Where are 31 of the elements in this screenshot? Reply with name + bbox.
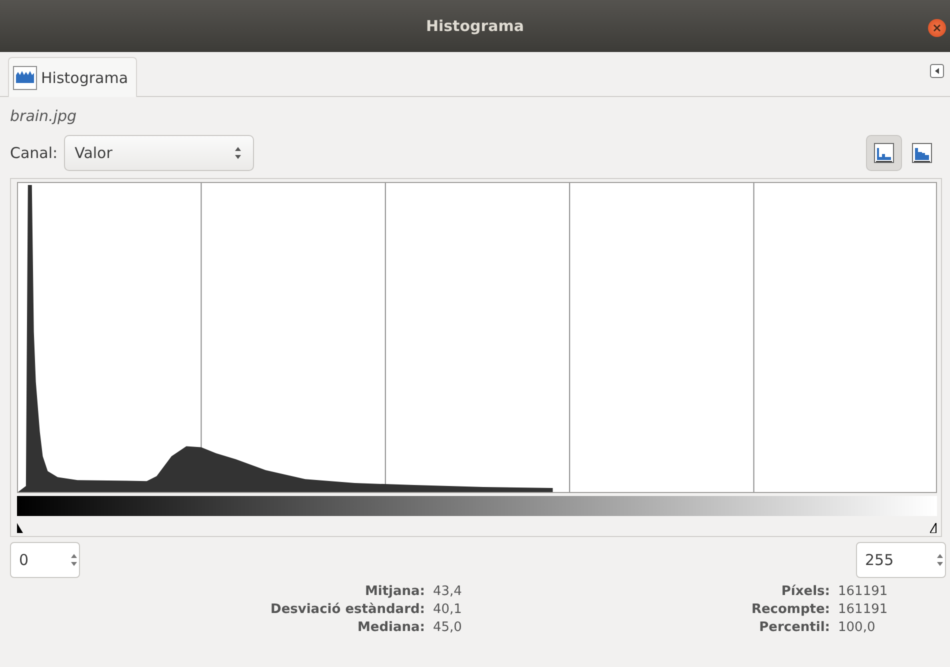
stat-label: Píxels: bbox=[780, 584, 830, 599]
start-marker-icon[interactable] bbox=[17, 523, 24, 533]
stat-label: Desviació estàndard: bbox=[270, 602, 425, 617]
log-histogram-icon bbox=[912, 143, 932, 163]
channel-label: Canal: bbox=[10, 144, 58, 162]
tab[interactable]: Histograma bbox=[8, 57, 138, 97]
image-name: brain.jpg bbox=[9, 106, 78, 127]
linear-histogram-icon bbox=[874, 143, 894, 163]
spin-arrows-icon[interactable] bbox=[935, 552, 945, 568]
updown-caret-icon bbox=[232, 145, 243, 161]
spin-arrows-icon[interactable] bbox=[69, 552, 79, 568]
close-button[interactable] bbox=[928, 19, 946, 37]
stat-value: 161191 bbox=[838, 584, 889, 599]
stat-value: 45,0 bbox=[433, 620, 463, 635]
stat-value: 43,4 bbox=[433, 584, 463, 599]
stat-value: 161191 bbox=[838, 602, 889, 617]
histogram-icon bbox=[13, 66, 37, 90]
range-end-field[interactable]: 255 bbox=[856, 542, 946, 578]
close-icon bbox=[933, 24, 941, 32]
end-marker-icon[interactable] bbox=[930, 523, 937, 533]
view-mode-button[interactable] bbox=[866, 135, 902, 171]
range-start-field[interactable]: 0 bbox=[10, 542, 80, 578]
stat-label: Mediana: bbox=[356, 620, 425, 635]
tab-menu-icon[interactable] bbox=[930, 64, 944, 78]
stat-label: Recompte: bbox=[751, 602, 830, 617]
stat-value: 40,1 bbox=[433, 602, 463, 617]
stat-label: Percentil: bbox=[758, 620, 830, 635]
window-title: Histograma bbox=[426, 17, 524, 35]
stat-value: 100,0 bbox=[838, 620, 876, 635]
channel-dropdown[interactable]: Valor bbox=[64, 135, 254, 171]
stat-label: Mitjana: bbox=[364, 584, 425, 599]
